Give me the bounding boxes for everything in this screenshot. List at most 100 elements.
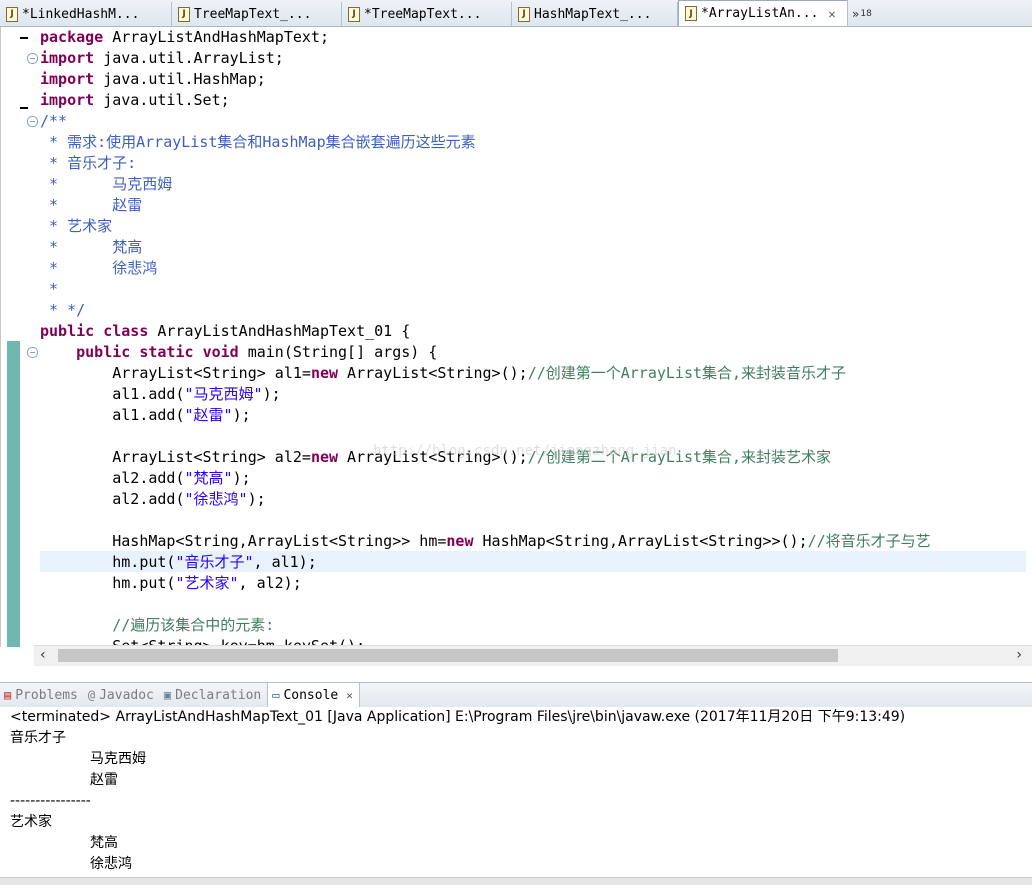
code-editor[interactable]: − − − package ArrayListAndHashMapText; i… xyxy=(0,27,1032,647)
console-line: 音乐才子 xyxy=(10,730,66,746)
console-line: 马克西姆 xyxy=(90,751,146,767)
code-line: import java.util.ArrayList; xyxy=(40,48,1030,69)
code-text-span: ArrayListAndHashMapText_01 { xyxy=(148,322,411,340)
scrollbar-thumb[interactable] xyxy=(58,649,838,662)
problems-icon: ▤ xyxy=(4,688,12,702)
editor-tab-linkedhashmap[interactable]: J *LinkedHashM... xyxy=(0,2,172,26)
keyword: class xyxy=(103,322,149,340)
javadoc-line: * 艺术家 xyxy=(40,217,113,235)
code-line-current: hm.put("音乐才子", al1); xyxy=(40,553,317,571)
tab-label: *LinkedHashM... xyxy=(22,6,140,22)
code-text-span: java.util.ArrayList; xyxy=(94,49,284,67)
tab-label: *ArrayListAn... xyxy=(701,6,819,21)
keyword: new xyxy=(310,448,339,466)
code-line: package ArrayListAndHashMapText; xyxy=(40,27,1030,48)
editor-tab-arraylistandhashmap[interactable]: J *ArrayListAn... ✕ xyxy=(678,0,848,26)
code-text-span: ArrayListAndHashMapText; xyxy=(103,28,329,46)
code-line: HashMap<String,ArrayList<String>> hm=new… xyxy=(40,532,931,550)
fold-collapse-icon[interactable]: − xyxy=(27,347,38,358)
code-line: al1.add("马克西姆"); xyxy=(40,385,281,403)
code-text-span: main(String[] args) { xyxy=(238,343,438,361)
tab-label: Declaration xyxy=(175,687,262,703)
console-line: 徐悲鸿 xyxy=(90,856,132,872)
javadoc-line: * 赵雷 xyxy=(40,196,143,214)
close-icon[interactable]: ✕ xyxy=(346,689,353,702)
line-comment: //创建第二个ArrayList集合,来封装艺术家 xyxy=(527,448,832,466)
tab-label: Problems xyxy=(15,687,78,703)
javadoc-line: * */ xyxy=(40,301,86,319)
fold-collapse-icon[interactable]: − xyxy=(27,53,38,64)
editor-tab-hashmaptext[interactable]: J HashMapText_... xyxy=(512,2,678,26)
console-line: 艺术家 xyxy=(10,814,52,830)
line-comment: //将音乐才子与艺 xyxy=(807,532,931,550)
console-line: 梵高 xyxy=(90,835,118,851)
code-text-span: java.util.Set; xyxy=(94,91,230,109)
quick-diff-ruler xyxy=(7,341,20,647)
string-literal: "徐悲鸿" xyxy=(184,490,248,508)
console-line: ---------------- xyxy=(10,793,91,809)
console-status-header: <terminated> ArrayListAndHashMapText_01 … xyxy=(10,709,906,725)
keyword: import xyxy=(40,91,95,109)
javadoc-line: * 梵高 xyxy=(40,238,143,256)
fold-collapse-icon[interactable]: − xyxy=(27,116,38,127)
console-line: 赵雷 xyxy=(90,772,118,788)
string-literal: "赵雷" xyxy=(184,406,233,424)
tab-javadoc[interactable]: @ Javadoc xyxy=(84,683,160,707)
code-line: al2.add("徐悲鸿"); xyxy=(40,490,266,508)
code-text-span: java.util.HashMap; xyxy=(94,70,266,88)
javadoc-line: /** xyxy=(40,112,68,130)
keyword: public xyxy=(76,343,131,361)
console-output[interactable]: <terminated> ArrayListAndHashMapText_01 … xyxy=(0,707,1032,877)
code-line: al2.add("梵高"); xyxy=(40,469,251,487)
tab-label: Console xyxy=(283,687,339,703)
code-line: import java.util.Set; xyxy=(40,90,1030,111)
javadoc-line: * 徐悲鸿 xyxy=(40,259,158,277)
code-line: public static void main(String[] args) { xyxy=(40,342,1030,363)
code-line: hm.put("艺术家", al2); xyxy=(40,574,302,592)
keyword: public xyxy=(40,322,95,340)
declaration-icon: ▣ xyxy=(163,688,172,702)
editor-tab-bar: J *LinkedHashM... J TreeMapText_... J *T… xyxy=(0,0,1032,27)
tab-label: *TreeMapText... xyxy=(364,6,482,22)
line-marker xyxy=(20,37,28,39)
tab-problems[interactable]: ▤ Problems xyxy=(0,683,84,707)
tab-label: HashMapText_... xyxy=(534,6,652,22)
close-icon[interactable]: ✕ xyxy=(828,7,835,21)
keyword: import xyxy=(40,70,95,88)
code-text[interactable]: package ArrayListAndHashMapText; import … xyxy=(40,27,1030,647)
tab-overflow-button[interactable]: » 18 xyxy=(848,2,876,26)
scroll-left-arrow-icon[interactable]: ‹ xyxy=(40,647,46,663)
string-literal: "音乐才子" xyxy=(175,553,254,571)
scroll-right-arrow-icon[interactable]: › xyxy=(1016,647,1022,663)
string-literal: "艺术家" xyxy=(175,574,239,592)
java-file-icon: J xyxy=(685,6,697,21)
code-line: ArrayList<String> al2=new ArrayList<Stri… xyxy=(40,448,832,466)
line-marker xyxy=(20,107,28,109)
code-line: al1.add("赵雷"); xyxy=(40,406,251,424)
java-file-icon: J xyxy=(6,6,18,22)
tab-console[interactable]: ▭ Console ✕ xyxy=(267,683,360,707)
java-file-icon: J xyxy=(348,6,360,22)
tab-declaration[interactable]: ▣ Declaration xyxy=(160,683,267,707)
tab-label: TreeMapText_... xyxy=(194,6,312,22)
javadoc-line: * xyxy=(40,280,59,298)
editor-tab-treemaptext-modified[interactable]: J *TreeMapText... xyxy=(342,2,512,26)
code-line: import java.util.HashMap; xyxy=(40,69,1030,90)
javadoc-line: * 音乐才子: xyxy=(40,154,137,172)
keyword: import xyxy=(40,49,95,67)
string-literal: "马克西姆" xyxy=(184,385,263,403)
editor-tab-treemaptext[interactable]: J TreeMapText_... xyxy=(172,2,342,26)
editor-horizontal-scrollbar[interactable]: ‹ › xyxy=(34,645,1032,666)
javadoc-line: * 马克西姆 xyxy=(40,175,173,193)
line-comment: //创建第一个ArrayList集合,来封装音乐才子 xyxy=(527,364,847,382)
tab-label: Javadoc xyxy=(99,687,154,703)
keyword: void xyxy=(202,343,239,361)
code-line: public class ArrayListAndHashMapText_01 … xyxy=(40,321,1030,342)
line-comment: //遍历该集合中的元素: xyxy=(40,616,275,634)
code-line: ArrayList<String> al1=new ArrayList<Stri… xyxy=(40,364,847,382)
console-icon: ▭ xyxy=(272,688,280,702)
keyword: package xyxy=(40,28,104,46)
